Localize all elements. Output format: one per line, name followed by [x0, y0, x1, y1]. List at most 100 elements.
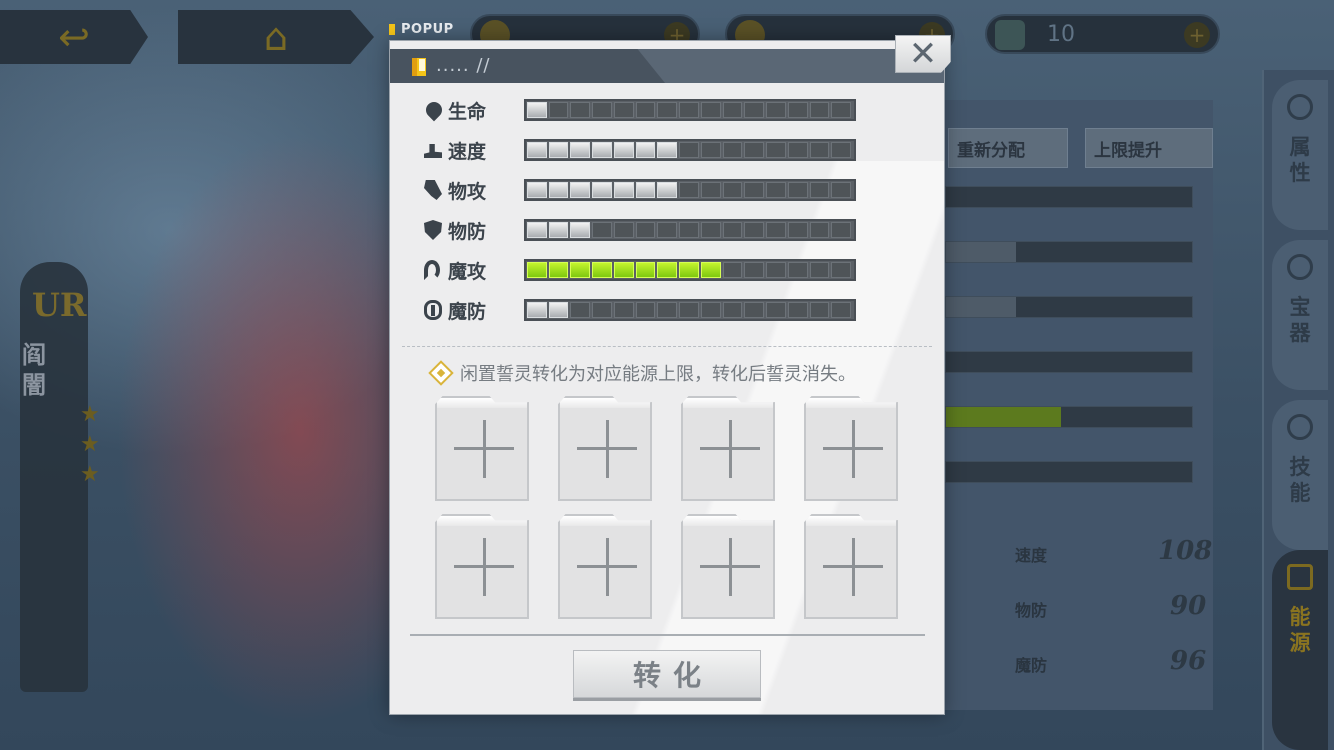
- star-icon: ★: [80, 432, 100, 457]
- stat-segment-empty: [787, 102, 808, 118]
- add-slot-button[interactable]: [804, 396, 898, 501]
- magic-shield-icon: [424, 300, 444, 320]
- popup-tag: POPUP: [389, 22, 454, 37]
- stat-segment-empty: [766, 222, 786, 238]
- stat-segment-filled: [657, 262, 678, 278]
- stat-bar: [524, 219, 856, 241]
- stat-segment-empty: [787, 182, 808, 198]
- stat-segment-empty: [766, 182, 786, 198]
- star-icon: ★: [80, 402, 100, 427]
- background-bar: [945, 406, 1193, 428]
- add-slot-button[interactable]: [558, 396, 652, 501]
- stat-row-phys-defense: 物防: [424, 219, 856, 243]
- stat-segment-filled: [592, 262, 612, 278]
- tab-label: 宝器: [1289, 295, 1311, 345]
- stat-segment-empty: [722, 222, 743, 238]
- stat-segment-empty: [787, 142, 808, 158]
- stat-segment-filled: [613, 262, 634, 278]
- popup-header-accent: [390, 49, 665, 83]
- hint-row: 闲置誓灵转化为对应能源上限，转化后誓灵消失。: [428, 360, 856, 386]
- stat-segment-filled: [548, 142, 569, 158]
- raise-limit-button[interactable]: 上限提升: [1085, 128, 1213, 168]
- stat-segment-filled: [592, 182, 612, 198]
- stat-segment-empty: [722, 102, 743, 118]
- stat-segment-filled: [613, 142, 634, 158]
- add-slot-button[interactable]: [435, 514, 529, 619]
- stat-segment-empty: [766, 102, 786, 118]
- plus-icon: [483, 420, 486, 478]
- stat-segment-empty: [722, 142, 743, 158]
- stat-segment-empty: [635, 222, 656, 238]
- add-slot-button[interactable]: [804, 514, 898, 619]
- stat-segment-filled: [635, 142, 656, 158]
- bg-stat-value: 108: [1158, 536, 1213, 566]
- stat-segment-empty: [657, 222, 678, 238]
- plus-icon: [852, 538, 855, 596]
- tab-skills[interactable]: 技能: [1272, 400, 1328, 550]
- drop-icon: [422, 98, 446, 122]
- stat-segment-empty: [809, 182, 830, 198]
- stat-segment-empty: [766, 142, 786, 158]
- bg-stat-label: 魔防: [1015, 656, 1048, 675]
- stat-label: 生命: [448, 100, 487, 123]
- tab-energy[interactable]: 能源: [1272, 550, 1328, 750]
- rarity-label: UR: [32, 286, 87, 324]
- stat-segment-empty: [744, 102, 765, 118]
- tab-label: 技能: [1289, 455, 1311, 505]
- home-button[interactable]: ⌂: [178, 10, 374, 64]
- stat-segment-filled: [527, 182, 547, 198]
- add-slot-button[interactable]: [558, 514, 652, 619]
- stat-segment-filled: [548, 222, 569, 238]
- add-resource-button[interactable]: +: [1184, 22, 1210, 48]
- home-icon: ⌂: [263, 15, 289, 59]
- stat-segment-empty: [809, 262, 830, 278]
- stat-segment-empty: [700, 102, 721, 118]
- add-slot-button[interactable]: [681, 514, 775, 619]
- back-button[interactable]: ↩: [0, 10, 148, 64]
- close-button[interactable]: ✕: [895, 35, 951, 73]
- stat-label: 魔防: [448, 300, 487, 323]
- convert-button[interactable]: 转化: [573, 650, 761, 698]
- stat-segment-empty: [831, 302, 852, 318]
- stat-row-magic-defense: 魔防: [424, 299, 856, 323]
- stat-segment-empty: [744, 142, 765, 158]
- stat-segment-empty: [679, 182, 699, 198]
- stat-segment-empty: [744, 222, 765, 238]
- bg-stat-label: 物防: [1015, 601, 1048, 620]
- stat-label: 物防: [448, 220, 487, 243]
- attribute-icon: [1287, 94, 1313, 120]
- stat-segment-empty: [679, 142, 699, 158]
- stat-segment-empty: [787, 222, 808, 238]
- stat-segment-filled: [592, 142, 612, 158]
- tab-label: 属性: [1289, 135, 1311, 185]
- plus-icon: [483, 538, 486, 596]
- stat-segment-empty: [744, 302, 765, 318]
- battery-icon: [412, 58, 426, 76]
- plus-icon: [729, 538, 732, 596]
- plus-icon: [852, 420, 855, 478]
- diamond-icon: [428, 360, 454, 386]
- tab-treasure[interactable]: 宝器: [1272, 240, 1328, 390]
- stat-segment-empty: [700, 182, 721, 198]
- tab-attributes[interactable]: 属性: [1272, 80, 1328, 230]
- background-bar: [945, 241, 1193, 263]
- stat-segment-empty: [722, 302, 743, 318]
- stat-segment-empty: [831, 182, 852, 198]
- stat-segment-filled: [548, 182, 569, 198]
- stat-segment-empty: [657, 102, 678, 118]
- stat-segment-empty: [809, 102, 830, 118]
- stat-segment-empty: [679, 102, 699, 118]
- stat-segment-empty: [831, 262, 852, 278]
- stat-segment-empty: [635, 302, 656, 318]
- stat-segment-empty: [722, 262, 743, 278]
- add-slot-button[interactable]: [435, 396, 529, 501]
- reallocate-button[interactable]: 重新分配: [948, 128, 1068, 168]
- convert-button-label: 转化: [632, 659, 713, 692]
- stat-segment-empty: [700, 222, 721, 238]
- resource-bar-3: 10 +: [985, 14, 1220, 54]
- stat-segment-filled: [548, 302, 569, 318]
- add-slot-button[interactable]: [681, 396, 775, 501]
- stat-segment-empty: [766, 302, 786, 318]
- plus-icon: [606, 420, 609, 478]
- stat-segment-empty: [570, 102, 591, 118]
